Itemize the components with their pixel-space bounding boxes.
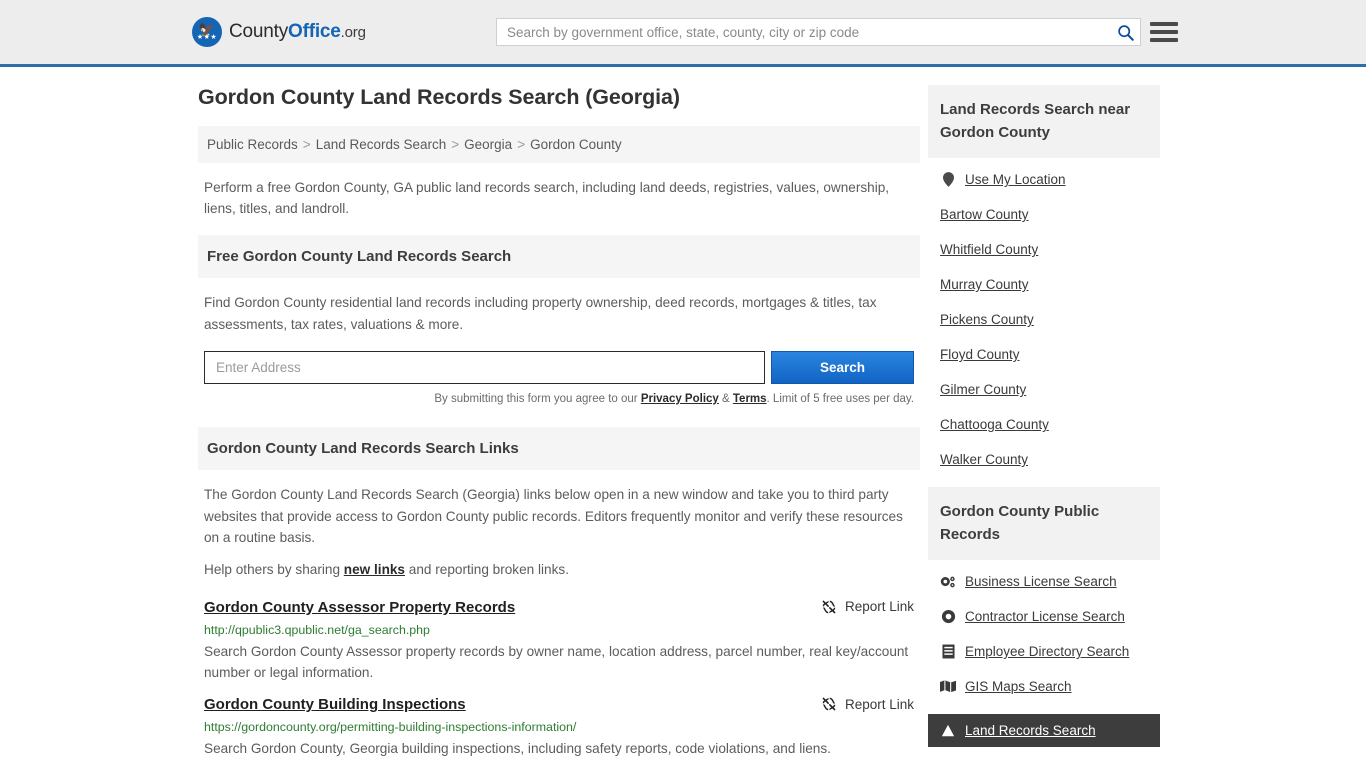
report-link-label: Report Link	[844, 599, 914, 615]
privacy-policy-link[interactable]: Privacy Policy	[641, 393, 719, 405]
address-search-form: Search	[204, 351, 914, 385]
disclaimer-amp: &	[718, 393, 733, 406]
sidebar-item-whitfield-county[interactable]: Whitfield County	[940, 242, 1148, 257]
address-input[interactable]	[204, 351, 765, 385]
help-prefix: Help others by sharing	[204, 562, 344, 578]
map-icon	[940, 680, 956, 693]
links-section-heading: Gordon County Land Records Search Links	[198, 427, 920, 471]
site-header: 🦅 ★★★ CountyOffice.org	[0, 0, 1366, 67]
results-list: Gordon County Assessor Property Records …	[198, 599, 920, 759]
sidebar-link-label[interactable]: Land Records Search	[965, 723, 1096, 738]
report-link-button[interactable]: Report Link	[807, 599, 914, 615]
main-content: Gordon County Land Records Search (Georg…	[198, 85, 920, 768]
header-search-box[interactable]	[496, 18, 1141, 46]
sidebar-link-label[interactable]: Bartow County	[940, 207, 1029, 222]
sidebar-item-bartow-county[interactable]: Bartow County	[940, 207, 1148, 222]
help-suffix: and reporting broken links.	[405, 562, 569, 578]
site-logo[interactable]: 🦅 ★★★ CountyOffice.org	[192, 17, 366, 47]
sidebar-item-chattooga-county[interactable]: Chattooga County	[940, 417, 1148, 432]
search-icon[interactable]	[1110, 24, 1140, 41]
breadcrumb-separator: >	[451, 137, 460, 152]
breadcrumb-item-0[interactable]: Public Records	[207, 137, 298, 152]
page-container: Gordon County Land Records Search (Georg…	[0, 67, 1366, 768]
sidebar-item-pickens-county[interactable]: Pickens County	[940, 312, 1148, 327]
logo-text-part1: County	[229, 21, 289, 42]
public-records-card: Gordon County Public Records Business Li…	[928, 487, 1160, 747]
broken-link-icon	[822, 600, 836, 614]
logo-text-part3: .org	[340, 24, 366, 41]
result-item: Gordon County Assessor Property Records …	[198, 599, 920, 683]
sidebar-link-label[interactable]: Chattooga County	[940, 417, 1049, 432]
report-link-button[interactable]: Report Link	[807, 696, 914, 712]
broken-link-icon	[822, 697, 836, 711]
logo-text: CountyOffice.org	[229, 21, 366, 43]
page-intro-text: Perform a free Gordon County, GA public …	[204, 180, 890, 217]
sidebar-link-label[interactable]: Employee Directory Search	[965, 644, 1129, 659]
sidebar-link-label[interactable]: Whitfield County	[940, 242, 1038, 257]
sidebar-link-label[interactable]: Use My Location	[965, 172, 1066, 187]
free-search-heading: Free Gordon County Land Records Search	[198, 235, 920, 279]
land-icon	[940, 724, 956, 738]
logo-text-part2: Office	[288, 21, 341, 42]
sidebar-link-label[interactable]: Walker County	[940, 452, 1028, 467]
form-disclaimer: By submitting this form you agree to our…	[204, 393, 914, 405]
new-links-link[interactable]: new links	[344, 562, 405, 577]
hamburger-menu-icon[interactable]	[1150, 18, 1178, 46]
result-title-link[interactable]: Gordon County Building Inspections	[204, 696, 466, 713]
sidebar-item-contractor-license-search[interactable]: Contractor License Search	[940, 609, 1148, 624]
breadcrumb-item-1[interactable]: Land Records Search	[316, 137, 447, 152]
result-description: Search Gordon County Assessor property r…	[204, 643, 909, 680]
nearby-search-card: Land Records Search near Gordon County U…	[928, 85, 1160, 467]
gears-icon	[940, 575, 956, 589]
sidebar-link-label[interactable]: Murray County	[940, 277, 1029, 292]
sidebar-link-label[interactable]: Gilmer County	[940, 382, 1026, 397]
sidebar-item-use-my-location[interactable]: Use My Location	[940, 172, 1148, 187]
result-url: https://gordoncounty.org/permitting-buil…	[204, 720, 577, 735]
search-button[interactable]: Search	[771, 351, 914, 385]
sidebar-item-murray-county[interactable]: Murray County	[940, 277, 1148, 292]
result-url: http://qpublic3.qpublic.net/ga_search.ph…	[204, 622, 430, 637]
breadcrumb-item-3[interactable]: Gordon County	[530, 137, 622, 152]
gear-icon	[940, 609, 956, 624]
breadcrumb-item-2[interactable]: Georgia	[464, 137, 512, 152]
sidebar-link-label[interactable]: Business License Search	[965, 574, 1117, 589]
sidebar-item-land-records-search[interactable]: Land Records Search	[928, 714, 1160, 747]
sidebar-link-label[interactable]: GIS Maps Search	[965, 679, 1072, 694]
links-section-paragraph: The Gordon County Land Records Search (G…	[204, 487, 903, 545]
sidebar-item-walker-county[interactable]: Walker County	[940, 452, 1148, 467]
breadcrumb-separator: >	[517, 137, 526, 152]
breadcrumb-separator: >	[302, 137, 311, 152]
disclaimer-suffix: . Limit of 5 free uses per day.	[766, 393, 914, 406]
eagle-badge-icon: 🦅 ★★★	[192, 17, 222, 47]
disclaimer-prefix: By submitting this form you agree to our	[434, 393, 641, 406]
sidebar-link-label[interactable]: Pickens County	[940, 312, 1034, 327]
links-section-help: Help others by sharing new links and rep…	[204, 559, 914, 580]
result-title-link[interactable]: Gordon County Assessor Property Records	[204, 599, 515, 616]
sidebar-item-gilmer-county[interactable]: Gilmer County	[940, 382, 1148, 397]
nearby-card-heading: Land Records Search near Gordon County	[928, 85, 1160, 158]
sidebar-item-floyd-county[interactable]: Floyd County	[940, 347, 1148, 362]
sidebar: Land Records Search near Gordon County U…	[928, 85, 1160, 768]
map-pin-icon	[940, 172, 956, 187]
sidebar-item-employee-directory-search[interactable]: Employee Directory Search	[940, 644, 1148, 659]
search-input[interactable]	[497, 24, 1110, 40]
document-icon	[940, 644, 956, 659]
result-item: Gordon County Building Inspections Repor…	[198, 696, 920, 759]
sidebar-link-label[interactable]: Floyd County	[940, 347, 1020, 362]
result-description: Search Gordon County, Georgia building i…	[204, 741, 831, 757]
sidebar-link-label[interactable]: Contractor License Search	[965, 609, 1125, 624]
free-search-description: Find Gordon County residential land reco…	[204, 295, 877, 332]
page-title: Gordon County Land Records Search (Georg…	[198, 85, 680, 109]
breadcrumb: Public Records > Land Records Search > Georg…	[198, 126, 920, 163]
public-records-card-heading: Gordon County Public Records	[928, 487, 1160, 560]
report-link-label: Report Link	[844, 696, 914, 712]
sidebar-item-business-license-search[interactable]: Business License Search	[940, 574, 1148, 589]
terms-link[interactable]: Terms	[733, 393, 767, 405]
sidebar-item-gis-maps-search[interactable]: GIS Maps Search	[940, 679, 1148, 694]
